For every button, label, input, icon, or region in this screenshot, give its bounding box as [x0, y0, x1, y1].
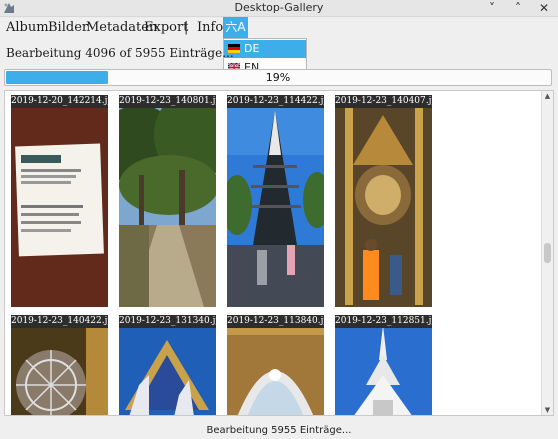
title-bar: Desktop-Gallery ˅ ˄ ✕ [0, 0, 558, 17]
gallery-item[interactable]: 2019-12-20_142214.jpg [11, 95, 108, 307]
menu-bar: Album Bilder Metadaten Export | Info [0, 17, 558, 38]
menu-info[interactable]: Info [197, 17, 223, 38]
scroll-down-icon[interactable]: ▼ [542, 405, 553, 415]
gallery-item[interactable]: 2019-12-23_112851.jpg [335, 315, 432, 415]
photo-black-pagoda [227, 95, 324, 307]
gallery-item[interactable]: 2019-12-23_140422.jpg [11, 315, 108, 415]
thumbnail-caption: 2019-12-23_113840.jpg [227, 315, 324, 328]
thumbnail-caption: 2019-12-23_140407.jpg [335, 95, 432, 108]
gallery-item[interactable]: 2019-12-23_140801.jpg [119, 95, 216, 307]
photo-white-spire [335, 315, 432, 415]
language-option-de[interactable]: DE [224, 40, 306, 58]
gallery-item[interactable]: 2019-12-23_140407.jpg [335, 95, 432, 307]
window-title: Desktop-Gallery [234, 1, 324, 14]
close-button[interactable]: ✕ [538, 1, 550, 15]
thumbnail-caption: 2019-12-23_114422.jpg [227, 95, 324, 108]
menu-album[interactable]: Album [6, 17, 49, 38]
language-label-de: DE [244, 42, 260, 55]
photo-golden-temple [335, 95, 432, 307]
maximize-button[interactable]: ˄ [512, 1, 524, 15]
photo-business-card [11, 95, 108, 307]
scrollbar-thumb[interactable] [544, 243, 551, 263]
minimize-button[interactable]: ˅ [486, 1, 498, 15]
progress-bar: 19% [4, 69, 552, 86]
photo-golden-arch [227, 315, 324, 415]
menu-bilder[interactable]: Bilder [48, 17, 88, 38]
thumbnail-caption: 2019-12-23_112851.jpg [335, 315, 432, 328]
menu-export[interactable]: Export [144, 17, 188, 38]
language-icon[interactable]: 六A [223, 17, 248, 38]
thumbnail-caption: 2019-12-23_131340.jpg [119, 315, 216, 328]
thumbnail-caption: 2019-12-20_142214.jpg [11, 95, 108, 108]
gallery-item[interactable]: 2019-12-23_114422.jpg [227, 95, 324, 307]
gallery-item[interactable]: 2019-12-23_113840.jpg [227, 315, 324, 415]
progress-label: 19% [265, 71, 291, 84]
photo-golden-ornament [11, 315, 108, 415]
vertical-scrollbar[interactable]: ▲ ▼ [541, 91, 553, 415]
scroll-up-icon[interactable]: ▲ [542, 91, 553, 101]
photo-trees-path [119, 95, 216, 307]
thumbnail-caption: 2019-12-23_140422.jpg [11, 315, 108, 328]
processing-status: Bearbeitung 4096 of 5955 Einträge... [6, 46, 234, 60]
image-gallery[interactable]: 2019-12-20_142214.jpg 2019-12-23_140801.… [4, 90, 554, 416]
photo-blue-temple-roof [119, 315, 216, 415]
menu-separator: | [184, 20, 189, 35]
gallery-item[interactable]: 2019-12-23_131340.jpg [119, 315, 216, 415]
status-bar: Bearbeitung 5955 Einträge... [0, 422, 558, 439]
thumbnail-caption: 2019-12-23_140801.jpg [119, 95, 216, 108]
